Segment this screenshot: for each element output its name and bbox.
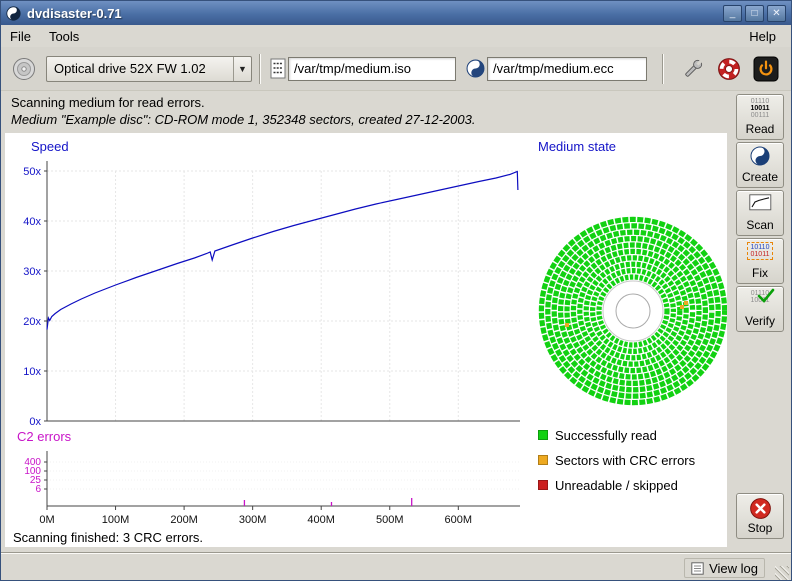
crc-error-dot — [684, 301, 688, 305]
view-log-label: View log — [709, 561, 758, 576]
crc-error-dot — [565, 323, 569, 327]
read-binary-icon: 01110 10011 00111 — [750, 98, 769, 119]
legend-swatch-unreadable — [538, 480, 548, 490]
menubar: File Tools Help — [1, 25, 791, 47]
stop-button[interactable]: Stop — [736, 493, 784, 539]
iso-file-icon — [270, 58, 286, 79]
medium-state-title: Medium state — [538, 139, 616, 154]
fix-binary-icon: 10110 01011 — [747, 242, 774, 260]
svg-text:0x: 0x — [29, 416, 41, 428]
scan-graph-icon — [749, 194, 772, 211]
svg-text:50x: 50x — [23, 166, 41, 178]
svg-text:0M: 0M — [39, 514, 54, 526]
read-button[interactable]: 01110 10011 00111 Read — [736, 94, 784, 140]
svg-text:30x: 30x — [23, 266, 41, 278]
scan-button[interactable]: Scan — [736, 190, 784, 236]
window-title: dvdisaster-0.71 — [27, 6, 122, 21]
status-line-1: Scanning medium for read errors. — [11, 95, 205, 110]
drive-select[interactable]: Optical drive 52X FW 1.02 ▼ — [46, 56, 252, 82]
svg-text:100M: 100M — [102, 514, 130, 526]
svg-text:300M: 300M — [239, 514, 267, 526]
toolbar: Optical drive 52X FW 1.02 ▼ — [1, 47, 791, 91]
legend-item-crc: Sectors with CRC errors — [538, 453, 695, 467]
quit-power-icon[interactable] — [753, 56, 779, 82]
legend-item-success: Successfully read — [538, 428, 657, 442]
crc-error-dot — [680, 305, 684, 309]
svg-text:400M: 400M — [307, 514, 335, 526]
app-logo-icon — [6, 6, 21, 21]
charts-canvas: 0x 10x 20x 30x 40x 50x 400100256 0M 100M 200M 300M… — [5, 133, 545, 533]
stop-icon — [749, 497, 772, 520]
close-button[interactable]: ✕ — [767, 5, 786, 22]
drive-select-value: Optical drive 52X FW 1.02 — [47, 61, 233, 76]
svg-text:600M: 600M — [445, 514, 473, 526]
menu-tools[interactable]: Tools — [40, 27, 88, 46]
svg-text:6: 6 — [35, 484, 41, 495]
view-log-icon — [691, 562, 704, 575]
toolbar-separator — [259, 54, 261, 84]
scan-result-text: Scanning finished: 3 CRC errors. — [13, 530, 203, 545]
svg-text:10x: 10x — [23, 366, 41, 378]
menu-help[interactable]: Help — [740, 27, 785, 46]
create-yinyang-icon — [750, 146, 770, 166]
preferences-wrench-icon[interactable] — [681, 57, 705, 81]
create-button[interactable]: Create — [736, 142, 784, 188]
speed-chart: 0x 10x 20x 30x 40x 50x — [23, 161, 520, 428]
svg-text:20x: 20x — [23, 316, 41, 328]
drawing-area: Speed C2 errors Medium state 0x10x20x30x… — [5, 133, 727, 547]
legend-swatch-success — [538, 430, 548, 440]
chevron-down-icon: ▼ — [233, 57, 251, 81]
statusbar: View log — [1, 552, 791, 581]
svg-text:200M: 200M — [170, 514, 198, 526]
menu-file[interactable]: File — [1, 27, 40, 46]
resize-grip[interactable] — [775, 566, 789, 580]
fix-button[interactable]: 10110 01011 Fix — [736, 238, 784, 284]
medium-state-disc — [538, 216, 728, 406]
titlebar[interactable]: dvdisaster-0.71 _ □ ✕ — [1, 1, 791, 25]
maximize-button[interactable]: □ — [745, 5, 764, 22]
log-lifebuoy-icon[interactable] — [717, 57, 741, 81]
disc-hole — [616, 294, 650, 328]
speed-curve — [47, 172, 518, 330]
ecc-file-icon — [466, 59, 485, 78]
svg-text:500M: 500M — [376, 514, 404, 526]
x-axis-labels: 0M 100M 200M 300M 400M 500M 600M — [39, 506, 472, 526]
verify-button[interactable]: 01110 10011 Verify — [736, 286, 784, 332]
verify-binary-check-icon: 01110 10011 — [751, 290, 770, 304]
iso-path-input[interactable] — [288, 57, 456, 81]
svg-text:40x: 40x — [23, 216, 41, 228]
status-line-2: Medium "Example disc": CD-ROM mode 1, 35… — [11, 112, 475, 127]
c2-chart: 400100256 — [24, 451, 520, 506]
ecc-path-input[interactable] — [487, 57, 647, 81]
legend-swatch-crc — [538, 455, 548, 465]
action-sidebar: 01110 10011 00111 Read Create Scan 10110 — [727, 91, 792, 552]
drive-icon[interactable] — [11, 56, 37, 82]
view-log-button[interactable]: View log — [684, 558, 765, 578]
app-window: dvdisaster-0.71 _ □ ✕ File Tools Help Op… — [0, 0, 792, 581]
status-info: Scanning medium for read errors. Medium … — [1, 91, 727, 133]
toolbar-separator — [662, 54, 664, 84]
legend-item-unreadable: Unreadable / skipped — [538, 478, 678, 492]
minimize-button[interactable]: _ — [723, 5, 742, 22]
